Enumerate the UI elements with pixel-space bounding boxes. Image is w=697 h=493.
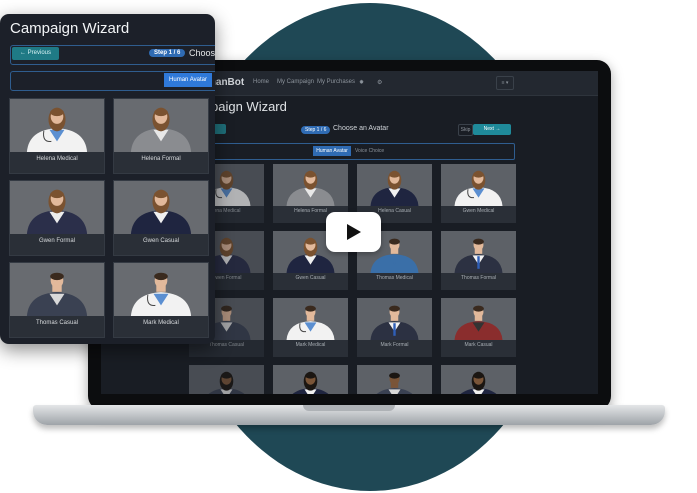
avatar-name: Mark Medical xyxy=(143,320,179,326)
avatar-name: Mark Casual xyxy=(464,342,493,348)
avatar-photo xyxy=(357,298,432,340)
avatar-name: Thomas Casual xyxy=(35,320,79,326)
menu-button[interactable]: ≡ ▾ xyxy=(496,76,514,90)
avatar-photo xyxy=(10,263,104,316)
avatar-photo xyxy=(273,164,348,206)
play-button[interactable] xyxy=(326,212,381,252)
campaign-wizard-panel: Campaign Wizard ← Previous Step 1 / 6 Ch… xyxy=(0,14,215,344)
avatar-photo xyxy=(114,99,208,152)
avatar-photo xyxy=(441,365,516,394)
tab-voice-choice[interactable]: Voice Choice xyxy=(355,146,384,156)
avatar-photo xyxy=(189,365,264,394)
avatar-card[interactable]: Mark Formal xyxy=(357,298,432,357)
step-badge: Step 1 / 6 xyxy=(301,126,331,134)
play-icon xyxy=(347,224,361,240)
avatar-photo xyxy=(114,181,208,234)
avatar-photo xyxy=(10,181,104,234)
avatar-photo xyxy=(441,298,516,340)
skip-button[interactable]: Skip xyxy=(458,124,473,136)
avatar-name: Helena Medical xyxy=(36,156,78,162)
avatar-card[interactable]: Gwen Medical xyxy=(441,164,516,223)
avatar-photo xyxy=(441,231,516,273)
avatar-card[interactable]: Gwen Casual xyxy=(113,180,209,256)
avatar-card[interactable]: Thomas Casual xyxy=(9,262,105,338)
avatar-photo xyxy=(114,263,208,316)
avatar-card[interactable]: Helena Medical xyxy=(9,98,105,174)
avatar-card[interactable]: Helena Formal xyxy=(113,98,209,174)
avatar-name: Helena Formal xyxy=(141,156,181,162)
step-label: Choose xyxy=(189,48,215,58)
avatar-card[interactable]: Mark Casual xyxy=(441,298,516,357)
avatar-photo xyxy=(357,365,432,394)
step-label: Choose an Avatar xyxy=(333,125,389,132)
panel-title: Campaign Wizard xyxy=(10,20,130,37)
settings-icon[interactable]: ✸ xyxy=(359,79,364,86)
avatar-name: Gwen Casual xyxy=(142,238,180,244)
nav-home[interactable]: Home xyxy=(253,79,269,85)
avatar-card[interactable]: Mark Medical xyxy=(273,298,348,357)
avatar-card[interactable] xyxy=(189,365,264,394)
avatar-name: Gwen Casual xyxy=(295,275,326,281)
avatar-card[interactable]: Thomas Formal xyxy=(441,231,516,290)
avatar-name: Mark Medical xyxy=(295,342,326,348)
step-badge: Step 1 / 6 xyxy=(149,49,186,57)
avatar-card[interactable] xyxy=(441,365,516,394)
nav-my-purchases[interactable]: My Purchases xyxy=(317,79,355,85)
avatar-name: Thomas Formal xyxy=(460,275,496,281)
avatar-photo xyxy=(273,365,348,394)
avatar-card[interactable]: Gwen Formal xyxy=(9,180,105,256)
laptop-notch xyxy=(303,405,395,411)
avatar-name: Mark Formal xyxy=(380,342,409,348)
avatar-name: Gwen Formal xyxy=(38,238,75,244)
tab-human-avatar[interactable]: Human Avatar xyxy=(164,73,212,87)
avatar-photo xyxy=(441,164,516,206)
page-title: paign Wizard xyxy=(211,99,287,114)
avatar-card[interactable] xyxy=(357,365,432,394)
nav-my-campaign[interactable]: My Campaign xyxy=(277,79,314,85)
avatar-card[interactable]: Mark Medical xyxy=(113,262,209,338)
avatar-card[interactable] xyxy=(273,365,348,394)
avatar-name: Thomas Medical xyxy=(376,275,413,281)
previous-button[interactable]: ← Previous xyxy=(12,47,59,60)
gear-icon[interactable]: ⚙ xyxy=(377,79,382,86)
avatar-photo xyxy=(10,99,104,152)
avatar-photo xyxy=(357,164,432,206)
avatar-name: Gwen Medical xyxy=(462,208,495,214)
tab-human-avatar[interactable]: Human Avatar xyxy=(313,146,351,156)
next-button[interactable]: Next → xyxy=(473,124,511,135)
avatar-photo xyxy=(273,298,348,340)
